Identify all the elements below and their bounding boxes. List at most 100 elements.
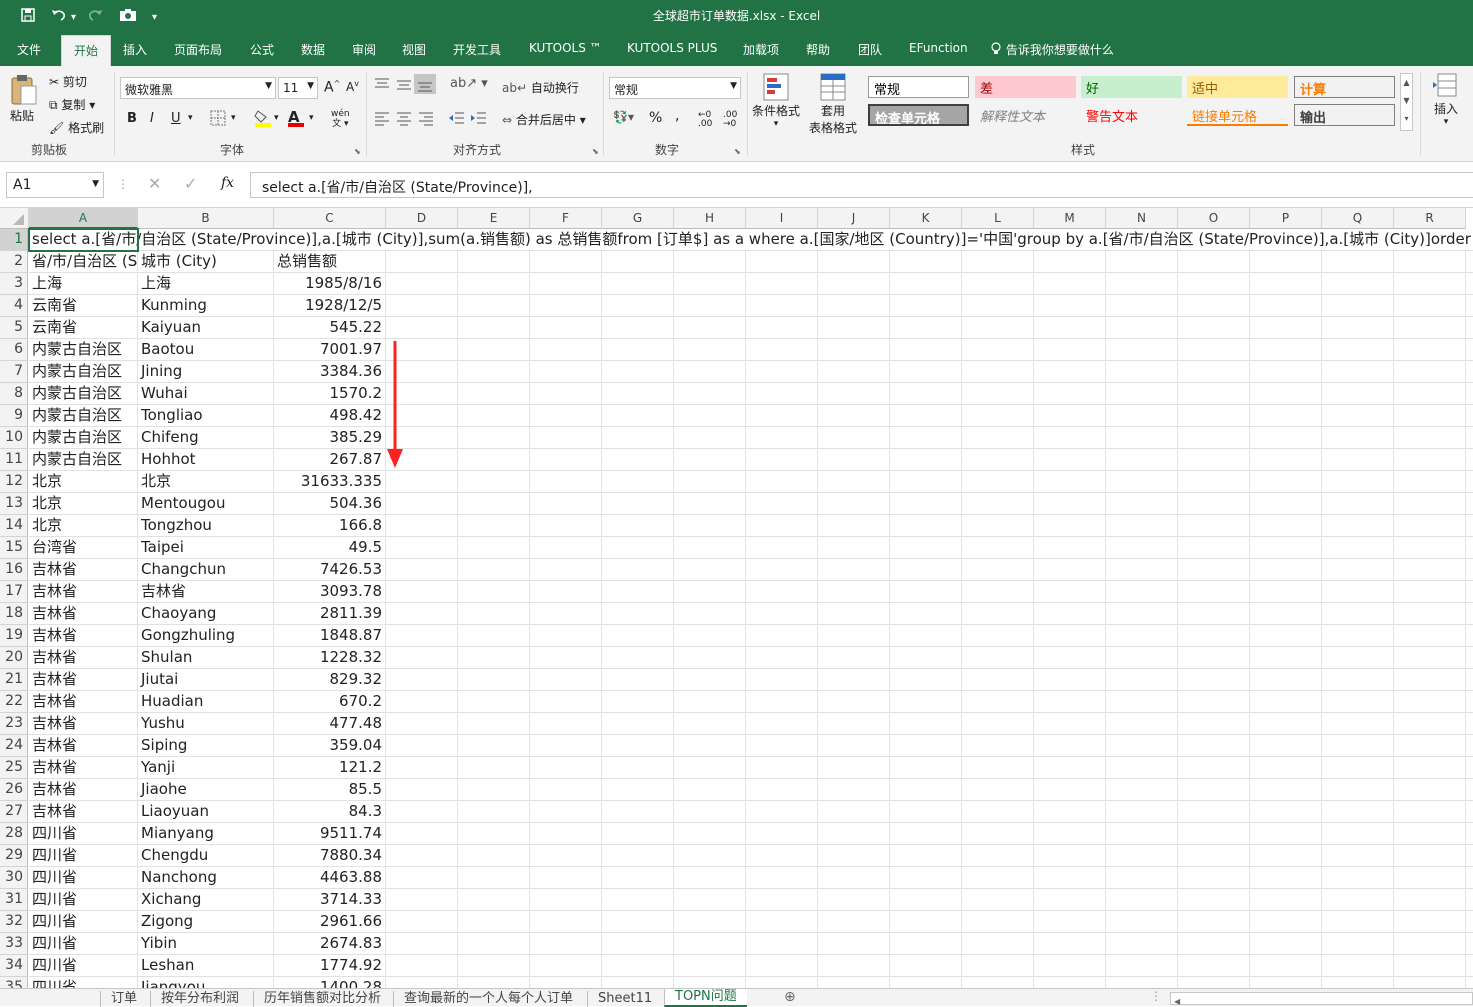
number-format-select[interactable]: 常规 ▼ xyxy=(609,77,741,99)
alignment-launcher-icon[interactable]: ⬊ xyxy=(592,147,599,156)
copy-button[interactable]: ⧉ 复制 ▾ xyxy=(49,96,95,113)
sheet-tab[interactable]: 历年销售额对比分析 xyxy=(253,991,391,1007)
empty-cells-row[interactable] xyxy=(386,977,1473,988)
cell-b-row[interactable]: Zigong xyxy=(138,911,274,933)
tab-review[interactable]: 审阅 xyxy=(352,41,376,58)
cell-c-row[interactable]: 1985/8/16 xyxy=(274,273,386,295)
cell-c-row[interactable]: 504.36 xyxy=(274,493,386,515)
tab-addins[interactable]: 加载项 xyxy=(743,41,779,58)
paste-button[interactable]: 粘贴 xyxy=(10,74,38,124)
cell-b-row[interactable]: Yushu xyxy=(138,713,274,735)
cell-a-row[interactable]: 北京 xyxy=(29,515,138,537)
row-header[interactable]: 8 xyxy=(0,383,28,405)
row-header[interactable]: 27 xyxy=(0,801,28,823)
format-painter-button[interactable]: 🖌 格式刷 xyxy=(49,119,104,136)
name-box[interactable]: A1 ▼ xyxy=(6,172,104,198)
empty-cells-row[interactable] xyxy=(386,405,1473,427)
empty-cells-row[interactable] xyxy=(386,735,1473,757)
empty-cells-row[interactable] xyxy=(386,625,1473,647)
cell-a-row[interactable]: 上海 xyxy=(29,273,138,295)
empty-cells-row[interactable] xyxy=(386,383,1473,405)
worksheet-grid[interactable]: ABCDEFGHIJKLMNOPQR 1 2 3 4 5 6 7 8 9 10 11 12 13 14 15… xyxy=(0,208,1473,988)
enter-icon[interactable]: ✓ xyxy=(184,174,197,193)
horizontal-scrollbar[interactable]: ◀ xyxy=(1170,992,1473,1006)
cell-c-row[interactable]: 670.2 xyxy=(274,691,386,713)
decrease-decimal-icon[interactable]: .00 →0 xyxy=(723,111,737,129)
grow-font-button[interactable]: A^ xyxy=(324,79,340,96)
cell-b-row[interactable]: 吉林省 xyxy=(138,581,274,603)
cell-c-row[interactable]: 1570.2 xyxy=(274,383,386,405)
empty-cells-row[interactable] xyxy=(386,911,1473,933)
tab-efunction[interactable]: EFunction xyxy=(909,41,968,55)
cell-a-row[interactable]: 内蒙古自治区 xyxy=(29,449,138,471)
cell-style-1[interactable]: 常规 xyxy=(868,76,969,98)
empty-cells-row[interactable] xyxy=(386,471,1473,493)
cell-style-2[interactable]: 差 xyxy=(975,76,1076,98)
row-header[interactable]: 15 xyxy=(0,537,28,559)
cell-a-row[interactable]: 吉林省 xyxy=(29,647,138,669)
empty-cells-row[interactable] xyxy=(386,537,1473,559)
empty-cells-row[interactable] xyxy=(386,801,1473,823)
empty-cells-row[interactable] xyxy=(386,603,1473,625)
align-left-icon[interactable] xyxy=(373,110,391,126)
decrease-indent-icon[interactable] xyxy=(447,110,465,126)
font-name-select[interactable]: 微软雅黑 ▼ xyxy=(120,77,276,99)
cell-b-row[interactable]: Yanji xyxy=(138,757,274,779)
cell-b-row[interactable]: Chifeng xyxy=(138,427,274,449)
column-header-e[interactable]: E xyxy=(458,208,530,229)
cell-a-row[interactable]: 内蒙古自治区 xyxy=(29,427,138,449)
tab-kutools[interactable]: KUTOOLS ™ xyxy=(529,41,602,55)
column-header-b[interactable]: B xyxy=(138,208,274,229)
empty-cells-row[interactable] xyxy=(386,449,1473,471)
row-header[interactable]: 4 xyxy=(0,295,28,317)
empty-cells-row[interactable] xyxy=(386,823,1473,845)
row-header[interactable]: 29 xyxy=(0,845,28,867)
sheet-tab[interactable]: 按年分布利润 xyxy=(150,991,249,1007)
empty-cells-row[interactable] xyxy=(386,295,1473,317)
font-launcher-icon[interactable]: ⬊ xyxy=(354,147,361,156)
empty-cells-row[interactable] xyxy=(386,361,1473,383)
cell-style-10[interactable]: 输出 xyxy=(1294,104,1395,126)
row-header[interactable]: 13 xyxy=(0,493,28,515)
row-header[interactable]: 21 xyxy=(0,669,28,691)
empty-cells-row[interactable] xyxy=(386,933,1473,955)
format-as-table-button[interactable]: 套用 表格格式 xyxy=(803,72,863,136)
cell-b-row[interactable]: Hohhot xyxy=(138,449,274,471)
cell-b-row[interactable]: Jiaohe xyxy=(138,779,274,801)
empty-cells-row[interactable] xyxy=(386,581,1473,603)
font-color-icon[interactable]: A xyxy=(288,108,304,127)
cell-b-row[interactable]: Kunming xyxy=(138,295,274,317)
cell-c-row[interactable]: 267.87 xyxy=(274,449,386,471)
accounting-format-icon[interactable]: 💱▾ xyxy=(613,110,634,124)
column-header-h[interactable]: H xyxy=(674,208,746,229)
cell-b-row[interactable]: Nanchong xyxy=(138,867,274,889)
row-header[interactable]: 3 xyxy=(0,273,28,295)
cell-b-row[interactable]: Chengdu xyxy=(138,845,274,867)
empty-cells-row[interactable] xyxy=(386,889,1473,911)
cell-c-row[interactable]: 359.04 xyxy=(274,735,386,757)
cell-b-row[interactable]: 城市 (City) xyxy=(138,251,274,273)
cell-a-row[interactable]: 云南省 xyxy=(29,317,138,339)
cell-c-row[interactable]: 121.2 xyxy=(274,757,386,779)
row-header[interactable]: 25 xyxy=(0,757,28,779)
cell-b-row[interactable]: Chaoyang xyxy=(138,603,274,625)
cell-a-row[interactable]: 吉林省 xyxy=(29,559,138,581)
row-header[interactable]: 7 xyxy=(0,361,28,383)
empty-cells-row[interactable] xyxy=(386,669,1473,691)
column-header-c[interactable]: C xyxy=(274,208,386,229)
tab-page-layout[interactable]: 页面布局 xyxy=(174,41,222,58)
cell-c-row[interactable]: 1848.87 xyxy=(274,625,386,647)
border-dropdown-icon[interactable]: ▾ xyxy=(231,113,236,123)
cell-c-row[interactable]: 498.42 xyxy=(274,405,386,427)
cell-style-7[interactable]: 解释性文本 xyxy=(975,104,1076,126)
cell-c-row[interactable]: 2961.66 xyxy=(274,911,386,933)
align-middle-icon[interactable] xyxy=(395,76,413,92)
tab-data[interactable]: 数据 xyxy=(301,41,325,58)
row-header[interactable]: 16 xyxy=(0,559,28,581)
column-header-a[interactable]: A xyxy=(29,208,138,229)
cell-style-9[interactable]: 链接单元格 xyxy=(1187,104,1288,126)
align-right-icon[interactable] xyxy=(417,110,435,126)
column-header-p[interactable]: P xyxy=(1250,208,1322,229)
empty-cells-row[interactable] xyxy=(386,955,1473,977)
empty-cells-row[interactable] xyxy=(386,867,1473,889)
